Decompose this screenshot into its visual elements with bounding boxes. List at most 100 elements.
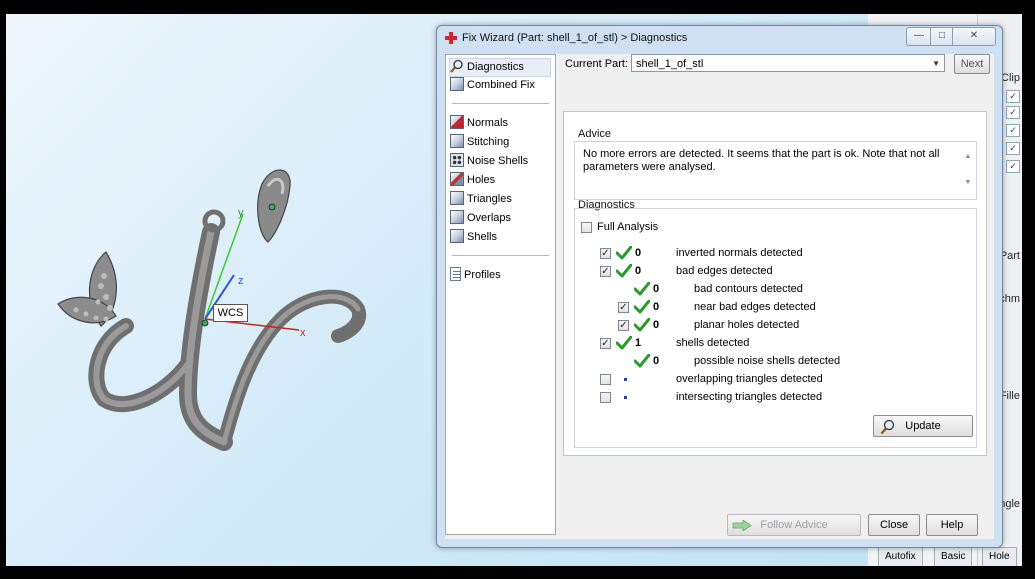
checkmark-icon	[634, 300, 650, 314]
row-count: 0	[653, 355, 660, 367]
current-part-select[interactable]: shell_1_of_stl ▼	[631, 54, 945, 72]
row-checkbox[interactable]	[600, 392, 611, 403]
nav-item-combined-fix[interactable]: Combined Fix	[450, 77, 535, 94]
row-label: overlapping triangles detected	[676, 373, 823, 385]
checkmark-icon	[634, 318, 650, 332]
row-checkbox[interactable]: ✓	[600, 338, 611, 349]
diagnostics-box: Full Analysis ✓ 0 inverted normals detec…	[574, 208, 977, 448]
row-checkbox[interactable]: ✓	[618, 302, 629, 313]
bg-checkbox: ✓	[1006, 90, 1020, 103]
nav-label: Stitching	[467, 136, 510, 148]
current-part-label: Current Part:	[565, 58, 628, 70]
full-analysis-checkbox[interactable]	[581, 222, 592, 233]
cube-icon	[450, 77, 464, 91]
profiles-doc-icon	[450, 267, 461, 281]
row-checkbox[interactable]: ✓	[618, 320, 629, 331]
close-window-button[interactable]: ✕	[952, 27, 996, 46]
nav-item-overlaps[interactable]: Overlaps	[450, 210, 511, 227]
noise-shells-icon	[450, 153, 464, 167]
checkmark-icon	[616, 246, 632, 260]
checkmark-icon	[616, 264, 632, 278]
row-label: possible noise shells detected	[694, 355, 841, 367]
bg-checkbox: ✓	[1006, 124, 1020, 137]
diagnostics-page: Advice No more errors are detected. It s…	[563, 111, 987, 456]
row-count: 0	[635, 247, 642, 259]
checkmark-icon	[634, 282, 650, 296]
bg-checkbox: ✓	[1006, 142, 1020, 155]
letter-body	[88, 223, 367, 451]
nav-item-profiles[interactable]: Profiles	[450, 267, 501, 284]
nav-label: Profiles	[464, 269, 501, 281]
nav-label: Holes	[467, 174, 496, 186]
x-axis-letter: x	[300, 327, 306, 339]
nav-item-diagnostics[interactable]: Diagnostics	[449, 58, 551, 77]
maximize-button[interactable]: □	[930, 27, 954, 46]
full-analysis-label: Full Analysis	[597, 221, 659, 233]
row-label: shells detected	[676, 337, 750, 349]
help-button[interactable]: Help	[926, 514, 978, 536]
row-count: 1	[635, 337, 642, 349]
holes-cube-icon	[450, 172, 464, 186]
nav-label: Shells	[467, 231, 497, 243]
row-label: bad contours detected	[694, 283, 803, 295]
row-label: near bad edges detected	[694, 301, 816, 313]
row-count: 0	[635, 265, 642, 277]
nav-label: Combined Fix	[467, 79, 535, 91]
wizard-nav-pane: Diagnostics Combined Fix Normals Stitchi…	[445, 54, 556, 535]
magnifier-icon	[450, 59, 463, 73]
row-checkbox[interactable]: ✓	[600, 248, 611, 259]
chevron-down-icon: ▼	[932, 59, 940, 68]
minimize-button[interactable]: —	[906, 27, 932, 46]
y-axis-letter: y	[238, 207, 244, 219]
nav-label: Triangles	[467, 193, 512, 205]
nav-divider	[452, 255, 549, 256]
bg-tab-autofix: Autofix	[878, 547, 923, 566]
triangles-cube-icon	[450, 191, 464, 205]
dialog-client: Diagnostics Combined Fix Normals Stitchi…	[445, 54, 994, 539]
wcs-label: WCS	[213, 304, 248, 322]
row-label: intersecting triangles detected	[676, 391, 823, 403]
bg-tab-hole: Hole	[982, 547, 1017, 566]
close-button[interactable]: Close	[868, 514, 920, 536]
advice-title: Advice	[578, 128, 612, 140]
nav-item-stitching[interactable]: Stitching	[450, 134, 509, 151]
row-checkbox[interactable]	[600, 374, 611, 385]
row-count: 0	[653, 319, 660, 331]
row-count: 0	[653, 283, 660, 295]
nav-item-shells[interactable]: Shells	[450, 229, 497, 246]
advice-scrollbar[interactable]: ▲ ▼	[963, 150, 973, 192]
shells-cube-icon	[450, 229, 464, 243]
row-checkbox[interactable]: ✓	[600, 266, 611, 277]
nav-item-normals[interactable]: Normals	[450, 115, 508, 132]
nav-item-holes[interactable]: Holes	[450, 172, 495, 189]
bg-tab-basic: Basic	[934, 547, 973, 566]
follow-advice-label: Follow Advice	[760, 519, 828, 531]
normals-cube-icon	[450, 115, 464, 129]
checkmark-icon	[634, 354, 650, 368]
advice-text: No more errors are detected. It seems th…	[583, 148, 940, 173]
bg-checkbox: ✓	[1006, 160, 1020, 173]
nav-item-triangles[interactable]: Triangles	[450, 191, 512, 208]
current-part-value: shell_1_of_stl	[636, 58, 704, 70]
dialog-titlebar[interactable]: Fix Wizard (Part: shell_1_of_stl) > Diag…	[437, 26, 1002, 52]
nav-divider	[452, 103, 549, 104]
pending-dot-icon	[624, 378, 627, 381]
advice-box: No more errors are detected. It seems th…	[574, 141, 977, 200]
row-label: inverted normals detected	[676, 247, 803, 259]
red-cross-icon	[445, 32, 457, 44]
row-label: bad edges detected	[676, 265, 773, 277]
update-button[interactable]: Update	[873, 415, 973, 437]
next-button[interactable]: Next	[954, 54, 990, 74]
dialog-title: Fix Wizard (Part: shell_1_of_stl) > Diag…	[462, 32, 688, 44]
nav-item-noise-shells[interactable]: Noise Shells	[450, 153, 528, 170]
nav-label: Overlaps	[467, 212, 512, 224]
bg-label-clip: Clip	[1001, 72, 1020, 84]
pending-dot-icon	[624, 396, 627, 399]
fix-wizard-dialog: Fix Wizard (Part: shell_1_of_stl) > Diag…	[436, 25, 1003, 548]
overlaps-cube-icon	[450, 210, 464, 224]
z-axis-letter: z	[238, 275, 244, 287]
magnifier-icon	[880, 419, 895, 435]
nav-label: Normals	[467, 117, 508, 129]
follow-advice-button[interactable]: Follow Advice	[727, 514, 861, 536]
stitching-cube-icon	[450, 134, 464, 148]
